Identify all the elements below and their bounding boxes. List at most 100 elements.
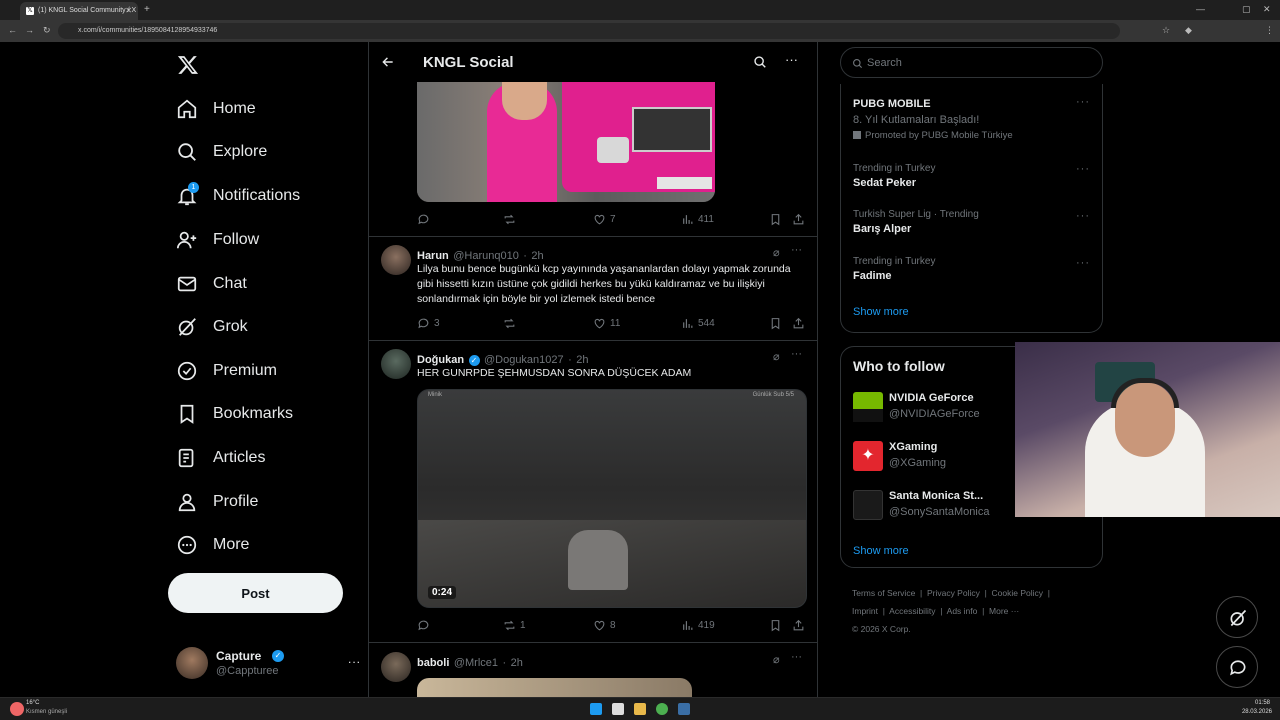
- share-button[interactable]: [792, 213, 805, 226]
- nav-follow[interactable]: Follow: [176, 222, 259, 258]
- trend-more-icon[interactable]: ···: [1076, 210, 1090, 222]
- footer-link-ads[interactable]: Ads info: [947, 606, 978, 616]
- nav-grok[interactable]: Grok: [176, 309, 248, 345]
- back-arrow-icon[interactable]: [381, 55, 395, 69]
- trend-item[interactable]: Trending in Turkey Fadime: [853, 256, 1073, 292]
- footer-link-imprint[interactable]: Imprint: [852, 606, 878, 616]
- trend-title: Fadime: [853, 270, 892, 282]
- author-handle[interactable]: @Harunq010: [453, 250, 519, 262]
- trend-more-icon[interactable]: ···: [1076, 163, 1090, 175]
- trend-more-icon[interactable]: ···: [1076, 257, 1090, 269]
- grok-float-button[interactable]: [1216, 596, 1258, 638]
- url-field[interactable]: x.com/i/communities/1895084128954933746: [58, 23, 1120, 39]
- maximize-icon[interactable]: ▢: [1242, 4, 1251, 15]
- post-button[interactable]: Post: [168, 573, 343, 613]
- trend-item-promoted[interactable]: PUBG MOBILE 8. Yıl Kutlamaları Başladı! …: [853, 98, 1093, 148]
- bookmark-button[interactable]: [769, 213, 782, 226]
- share-button[interactable]: [792, 317, 805, 330]
- author-name[interactable]: Doğukan: [417, 354, 464, 366]
- nav-articles[interactable]: Articles: [176, 440, 265, 476]
- reply-button[interactable]: [417, 213, 434, 226]
- nav-bookmarks[interactable]: Bookmarks: [176, 396, 293, 432]
- weather-icon[interactable]: [10, 702, 24, 716]
- trend-item[interactable]: Turkish Super Lig · Trending Barış Alper: [853, 209, 1073, 245]
- steam-icon[interactable]: [678, 703, 690, 715]
- show-more-link[interactable]: Show more: [853, 306, 909, 318]
- nav-premium[interactable]: Premium: [176, 353, 277, 389]
- avatar[interactable]: [381, 349, 411, 379]
- x-logo-icon[interactable]: [177, 54, 199, 76]
- bookmark-star-icon[interactable]: ☆: [1162, 25, 1170, 36]
- nav-explore[interactable]: Explore: [176, 134, 267, 170]
- like-button[interactable]: 7: [593, 213, 616, 226]
- post-more-icon[interactable]: ···: [791, 651, 802, 663]
- browser-tab[interactable]: 𝕏 (1) KNGL Social Community / X ✕: [20, 2, 138, 20]
- repost-icon: [504, 318, 515, 329]
- search-icon[interactable]: [753, 55, 767, 69]
- footer-link-cookies[interactable]: Cookie Policy: [992, 588, 1044, 598]
- new-tab-icon[interactable]: +: [144, 4, 150, 15]
- author-name[interactable]: Harun: [417, 250, 449, 262]
- like-button[interactable]: 8: [593, 619, 616, 632]
- post-video[interactable]: Minik Günlük Sub 5/5 0:24: [417, 389, 807, 608]
- post-time[interactable]: 2h: [511, 657, 523, 669]
- repost-button[interactable]: 1: [503, 619, 526, 632]
- file-explorer-icon[interactable]: [634, 703, 646, 715]
- like-button[interactable]: 11: [593, 317, 620, 330]
- footer-link-privacy[interactable]: Privacy Policy: [927, 588, 980, 598]
- show-more-link[interactable]: Show more: [853, 545, 909, 557]
- bookmark-button[interactable]: [769, 317, 782, 330]
- reply-button[interactable]: 3: [417, 317, 440, 330]
- avatar[interactable]: [381, 245, 411, 275]
- nav-chat[interactable]: Chat: [176, 266, 247, 302]
- search-input[interactable]: Search: [840, 47, 1103, 78]
- trend-item[interactable]: Trending in Turkey Sedat Peker: [853, 163, 1073, 199]
- reply-button[interactable]: [417, 619, 434, 632]
- messages-float-button[interactable]: [1216, 646, 1258, 688]
- author-name[interactable]: baboli: [417, 657, 449, 669]
- minimize-icon[interactable]: —: [1196, 4, 1205, 14]
- nav-more[interactable]: More: [176, 527, 249, 563]
- follow-suggestion[interactable]: Santa Monica St... @SonySantaMonica: [853, 489, 1023, 523]
- bookmark-button[interactable]: [769, 619, 782, 632]
- close-tab-icon[interactable]: ✕: [125, 6, 132, 15]
- task-view-icon[interactable]: [612, 703, 624, 715]
- post-time[interactable]: 2h: [531, 250, 543, 262]
- views-button[interactable]: 419: [681, 619, 715, 632]
- author-handle[interactable]: @Mrlce1: [454, 657, 498, 669]
- nav-profile[interactable]: Profile: [176, 484, 258, 520]
- share-button[interactable]: [792, 619, 805, 632]
- footer-link-more[interactable]: More ···: [989, 606, 1019, 616]
- chrome-icon[interactable]: [656, 703, 668, 715]
- post-image[interactable]: [417, 678, 692, 697]
- author-handle[interactable]: @Dogukan1027: [484, 354, 564, 366]
- avatar[interactable]: [381, 652, 411, 682]
- views-button[interactable]: 411: [681, 213, 714, 226]
- footer-link-accessibility[interactable]: Accessibility: [889, 606, 935, 616]
- browser-menu-icon[interactable]: ⋮: [1265, 25, 1274, 36]
- trend-more-icon[interactable]: ···: [1076, 96, 1090, 108]
- repost-button[interactable]: [503, 213, 520, 226]
- grok-icon[interactable]: ⌀: [773, 653, 780, 666]
- forward-icon[interactable]: →: [25, 25, 34, 35]
- reload-icon[interactable]: ↻: [43, 25, 51, 36]
- grok-icon[interactable]: ⌀: [773, 350, 780, 363]
- post-time[interactable]: 2h: [576, 354, 588, 366]
- more-options-icon[interactable]: ···: [785, 52, 798, 67]
- nav-home[interactable]: Home: [176, 91, 256, 127]
- follow-suggestion[interactable]: NVIDIA GeForce @NVIDIAGeForce: [853, 391, 1023, 425]
- footer-link-terms[interactable]: Terms of Service: [852, 588, 915, 598]
- close-window-icon[interactable]: ✕: [1263, 4, 1271, 15]
- windows-start-icon[interactable]: [590, 703, 602, 715]
- views-button[interactable]: 544: [681, 317, 715, 330]
- repost-button[interactable]: [503, 317, 520, 330]
- grok-icon[interactable]: ⌀: [773, 246, 780, 259]
- account-switcher[interactable]: Capture ✓ @Cappturee ...: [176, 644, 366, 682]
- nav-notifications[interactable]: 1 Notifications: [176, 178, 300, 214]
- post-more-icon[interactable]: ···: [791, 244, 802, 256]
- follow-suggestion[interactable]: ✦ XGaming @XGaming: [853, 440, 1023, 474]
- extension-icon[interactable]: ◆: [1185, 25, 1192, 36]
- post-more-icon[interactable]: ···: [791, 348, 802, 360]
- post-image[interactable]: [417, 82, 715, 202]
- back-icon[interactable]: ←: [8, 25, 17, 35]
